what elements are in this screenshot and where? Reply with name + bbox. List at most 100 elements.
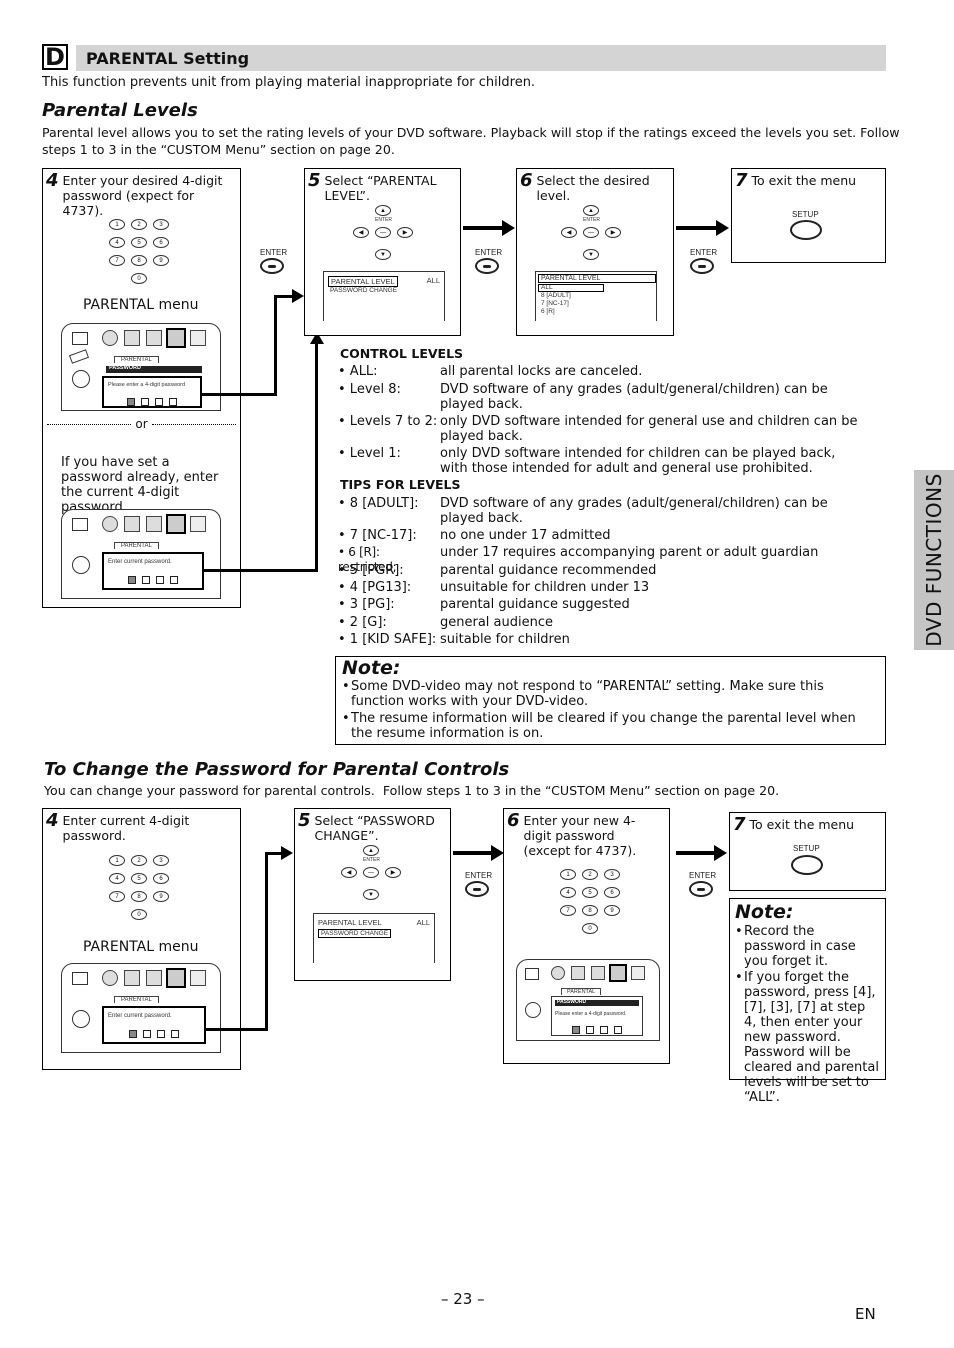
level-option[interactable]: 6 [R] bbox=[541, 308, 555, 315]
key-6[interactable]: 6 bbox=[153, 237, 169, 248]
key-2[interactable]: 2 bbox=[582, 869, 598, 880]
key-0[interactable]: 0 bbox=[131, 909, 147, 920]
key-6[interactable]: 6 bbox=[153, 873, 169, 884]
level-option[interactable]: 7 [NC-17] bbox=[541, 300, 569, 307]
tip-row: • 7 [NC-17]: no one under 17 admitted bbox=[338, 528, 611, 543]
parental-levels-desc-2: steps 1 to 3 in the “CUSTOM Menu” sectio… bbox=[42, 142, 395, 157]
key-3[interactable]: 3 bbox=[604, 869, 620, 880]
left-button[interactable]: ◀ bbox=[341, 867, 357, 878]
key-7[interactable]: 7 bbox=[109, 891, 125, 902]
level-list-header: PARENTAL LEVEL bbox=[538, 274, 656, 283]
left-button[interactable]: ◀ bbox=[353, 227, 369, 238]
left-button[interactable]: ◀ bbox=[561, 227, 577, 238]
settings-icon bbox=[190, 330, 206, 346]
key-6[interactable]: 6 bbox=[604, 887, 620, 898]
key-8[interactable]: 8 bbox=[131, 891, 147, 902]
key-7[interactable]: 7 bbox=[109, 255, 125, 266]
cp-step6-box: 6 Enter your new 4-digit password (excep… bbox=[503, 808, 670, 1064]
enter-button[interactable] bbox=[690, 258, 714, 274]
keypad: 1 2 3 4 5 6 7 8 9 0 bbox=[560, 869, 630, 941]
enter-button[interactable] bbox=[475, 258, 499, 274]
key-9[interactable]: 9 bbox=[604, 905, 620, 916]
key-5[interactable]: 5 bbox=[131, 237, 147, 248]
enter-center-button[interactable]: — bbox=[375, 227, 391, 238]
arrow-head bbox=[281, 846, 293, 860]
new-password-box: PASSWORD Please enter a 4-digit password… bbox=[551, 996, 643, 1036]
key-9[interactable]: 9 bbox=[153, 255, 169, 266]
setup-label: SETUP bbox=[792, 210, 819, 219]
key-0[interactable]: 0 bbox=[131, 273, 147, 284]
key-0[interactable]: 0 bbox=[582, 923, 598, 934]
key-5[interactable]: 5 bbox=[582, 887, 598, 898]
password-squares bbox=[104, 569, 202, 588]
key-4[interactable]: 4 bbox=[109, 237, 125, 248]
key-4[interactable]: 4 bbox=[109, 873, 125, 884]
key-1[interactable]: 1 bbox=[109, 855, 125, 866]
current-password-box: Enter current password. bbox=[102, 552, 204, 590]
key-8[interactable]: 8 bbox=[131, 255, 147, 266]
key-1[interactable]: 1 bbox=[109, 219, 125, 230]
tv-icon bbox=[525, 968, 539, 980]
key-2[interactable]: 2 bbox=[131, 219, 147, 230]
enter-button[interactable] bbox=[260, 258, 284, 274]
key-8[interactable]: 8 bbox=[582, 905, 598, 916]
right-button[interactable]: ▶ bbox=[385, 867, 401, 878]
connector-line bbox=[676, 851, 716, 855]
enter-center-button[interactable]: — bbox=[363, 867, 379, 878]
key-2[interactable]: 2 bbox=[131, 855, 147, 866]
tip-row: • 1 [KID SAFE]: suitable for children bbox=[338, 632, 570, 647]
up-button[interactable]: ▲ bbox=[583, 205, 599, 216]
control-level-row: • ALL: all parental locks are canceled. bbox=[338, 364, 643, 379]
tip-row: • 4 [PG13]: unsuitable for children under… bbox=[338, 580, 650, 595]
key-9[interactable]: 9 bbox=[153, 891, 169, 902]
connector-line bbox=[315, 342, 318, 572]
dpad-icon bbox=[525, 1002, 541, 1018]
down-button[interactable]: ▼ bbox=[375, 249, 391, 260]
audio-icon bbox=[591, 966, 605, 980]
key-3[interactable]: 3 bbox=[153, 855, 169, 866]
up-button[interactable]: ▲ bbox=[363, 845, 379, 856]
level-option[interactable]: ALL bbox=[538, 284, 604, 292]
menu-item-value: ALL bbox=[416, 918, 430, 927]
tip-row: • 2 [G]: general audience bbox=[338, 615, 553, 630]
enter-button[interactable] bbox=[689, 881, 713, 897]
cp-note-box: Note: • Record the password in case you f… bbox=[729, 898, 886, 1105]
key-4[interactable]: 4 bbox=[560, 887, 576, 898]
lock-icon bbox=[166, 328, 186, 348]
down-button[interactable]: ▼ bbox=[363, 889, 379, 900]
setup-button[interactable] bbox=[790, 220, 822, 240]
right-button[interactable]: ▶ bbox=[605, 227, 621, 238]
new-password-illustration: PARENTAL PASSWORD Please enter a 4-digit… bbox=[516, 959, 660, 1041]
side-tab: DVD FUNCTIONS bbox=[914, 470, 954, 650]
enter-center-button[interactable]: — bbox=[583, 227, 599, 238]
enter-label: ENTER bbox=[690, 248, 718, 257]
menu-item-password-change[interactable]: PASSWORD CHANGE bbox=[318, 929, 392, 938]
key-1[interactable]: 1 bbox=[560, 869, 576, 880]
arrow-head bbox=[714, 845, 727, 861]
menu-item-parental-level[interactable]: PARENTAL LEVEL bbox=[318, 918, 382, 927]
setup-button[interactable] bbox=[791, 855, 823, 875]
dpad: ▲ ENTER ◀ — ▶ ▼ bbox=[341, 845, 401, 901]
enter-button[interactable] bbox=[465, 881, 489, 897]
section-letter-box: D bbox=[42, 44, 68, 70]
right-button[interactable]: ▶ bbox=[397, 227, 413, 238]
display-icon bbox=[124, 970, 140, 986]
step5-header: 5 Select “PARENTAL LEVEL”. bbox=[308, 170, 437, 204]
up-button[interactable]: ▲ bbox=[375, 205, 391, 216]
key-5[interactable]: 5 bbox=[131, 873, 147, 884]
key-7[interactable]: 7 bbox=[560, 905, 576, 916]
dpad: ▲ ENTER ◀ — ▶ ▼ bbox=[353, 205, 413, 261]
key-3[interactable]: 3 bbox=[153, 219, 169, 230]
menu-item-parental-level[interactable]: PARENTAL LEVEL bbox=[328, 276, 398, 287]
down-button[interactable]: ▼ bbox=[583, 249, 599, 260]
change-password-desc: You can change your password for parenta… bbox=[44, 783, 780, 798]
disc-icon bbox=[551, 966, 565, 980]
password-prompt-box: Please enter a 4-digit password bbox=[102, 376, 202, 408]
menu-item-password-change[interactable]: PASSWORD CHANGE bbox=[330, 287, 397, 294]
connector-line bbox=[204, 1028, 268, 1031]
lock-icon bbox=[166, 514, 186, 534]
section-intro: This function prevents unit from playing… bbox=[42, 75, 536, 90]
setup-label: SETUP bbox=[793, 844, 820, 853]
level-option[interactable]: 8 [ADULT] bbox=[541, 292, 571, 299]
audio-icon bbox=[146, 970, 162, 986]
